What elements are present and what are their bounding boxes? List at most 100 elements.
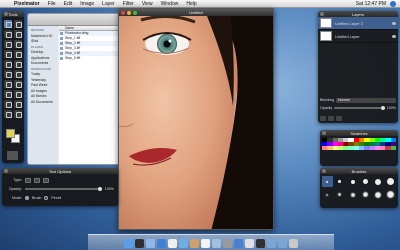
layer-name: Untitled Layer 2 <box>335 20 364 26</box>
mode-brush-radio[interactable] <box>25 196 29 200</box>
brushes-panel-titlebar[interactable]: Brushes <box>320 168 398 174</box>
slider-knob[interactable] <box>380 106 385 110</box>
pixelmator-icon[interactable] <box>234 239 243 248</box>
opacity-value: 100% <box>104 187 114 191</box>
marquee-tool-icon[interactable] <box>14 20 22 28</box>
opacity-row: Opacity: 100% <box>6 186 114 192</box>
menu-view[interactable]: View <box>138 1 157 7</box>
brush-type-icon[interactable] <box>43 177 49 183</box>
ical-icon[interactable] <box>201 239 210 248</box>
close-icon[interactable] <box>4 169 8 173</box>
text-tool-icon[interactable] <box>4 100 12 108</box>
layer-options-button[interactable] <box>336 116 342 121</box>
textedit-icon[interactable] <box>245 239 254 248</box>
tools-panel-titlebar[interactable]: Tools <box>2 11 24 17</box>
mode-pencil-radio[interactable] <box>44 196 49 200</box>
trash-icon[interactable] <box>7 151 18 160</box>
remove-layer-button[interactable] <box>328 116 334 121</box>
menu-help[interactable]: Help <box>182 1 200 7</box>
brush-type-icon[interactable] <box>25 177 31 183</box>
eraser-tool-icon[interactable] <box>4 60 12 68</box>
brush-preset[interactable] <box>335 176 346 187</box>
tool-opacity-slider[interactable] <box>25 187 102 191</box>
applications-folder-icon[interactable] <box>267 239 276 248</box>
brush-preset[interactable] <box>360 189 371 200</box>
menu-window[interactable]: Window <box>157 1 183 7</box>
menu-filter[interactable]: Filter <box>119 1 138 7</box>
paint-bucket-tool-icon[interactable] <box>14 60 22 68</box>
swatches-panel-titlebar[interactable]: Swatches <box>320 130 398 136</box>
trash-icon[interactable] <box>289 239 298 248</box>
itunes-icon[interactable] <box>179 239 188 248</box>
eyedropper-tool-icon[interactable] <box>14 40 22 48</box>
ichat-icon[interactable] <box>168 239 177 248</box>
clone-tool-icon[interactable] <box>14 70 22 78</box>
brush-tip-icon <box>338 193 342 196</box>
brush-preset[interactable] <box>322 189 333 200</box>
brush-type-icon[interactable] <box>34 177 40 183</box>
red-eye-tool-icon[interactable] <box>14 110 22 118</box>
mail-icon[interactable] <box>146 239 155 248</box>
close-icon[interactable] <box>322 169 326 173</box>
crop-tool-icon[interactable] <box>4 40 12 48</box>
brush-preset[interactable] <box>322 176 333 187</box>
preview-icon[interactable] <box>212 239 221 248</box>
sharpen-tool-icon[interactable] <box>14 80 22 88</box>
dashboard-icon[interactable] <box>135 239 144 248</box>
pencil-tool-icon[interactable] <box>14 50 22 58</box>
tool-options-titlebar[interactable]: Tool Options <box>2 168 118 174</box>
close-icon[interactable] <box>320 12 324 16</box>
menu-file[interactable]: File <box>44 1 60 7</box>
magic-wand-tool-icon[interactable] <box>14 30 22 38</box>
menu-edit[interactable]: Edit <box>60 1 77 7</box>
gradient-tool-icon[interactable] <box>4 70 12 78</box>
layer-row[interactable]: Untitled Layer 2 <box>318 17 398 30</box>
brush-preset[interactable] <box>373 176 384 187</box>
add-layer-button[interactable] <box>320 116 326 121</box>
hand-tool-icon[interactable] <box>14 100 22 108</box>
iphoto-icon[interactable] <box>190 239 199 248</box>
clock[interactable]: Sat 12:47 PM <box>356 1 386 7</box>
terminal-icon[interactable] <box>256 239 265 248</box>
image-window-titlebar[interactable]: Untitled <box>119 9 273 16</box>
close-icon[interactable] <box>4 12 8 16</box>
foreground-color-swatch[interactable] <box>6 129 15 138</box>
burn-tool-icon[interactable] <box>14 90 22 98</box>
brush-preset[interactable] <box>347 176 358 187</box>
opacity-label: Opacity <box>320 106 333 110</box>
eye-icon[interactable] <box>392 21 396 25</box>
brush-tip-icon <box>326 180 329 183</box>
zoom-tool-icon[interactable] <box>4 110 12 118</box>
safari-icon[interactable] <box>157 239 166 248</box>
menu-app-name[interactable]: Pixelmator <box>10 1 44 7</box>
image-canvas[interactable] <box>119 16 273 229</box>
system-preferences-icon[interactable] <box>223 239 232 248</box>
brush-tool-icon[interactable] <box>4 50 12 58</box>
mode-label: Mode: <box>12 196 22 200</box>
blur-tool-icon[interactable] <box>4 80 12 88</box>
brush-preset[interactable] <box>385 189 396 200</box>
slider-knob[interactable] <box>97 187 102 191</box>
menu-image[interactable]: Image <box>76 1 98 7</box>
dodge-tool-icon[interactable] <box>4 90 12 98</box>
color-swatch[interactable] <box>390 146 396 150</box>
tool-options-title: Tool Options <box>48 168 72 174</box>
layer-opacity-slider[interactable] <box>334 106 385 110</box>
menu-layer[interactable]: Layer <box>98 1 119 7</box>
brush-preset[interactable] <box>347 189 358 200</box>
finder-icon[interactable] <box>124 239 133 248</box>
spotlight-icon[interactable] <box>390 0 396 7</box>
documents-folder-icon[interactable] <box>278 239 287 248</box>
blending-select[interactable]: Normal <box>336 97 396 103</box>
layer-row[interactable]: Untitled Layer <box>318 30 398 43</box>
layers-panel-titlebar[interactable]: Layers <box>318 11 398 17</box>
lasso-tool-icon[interactable] <box>4 30 12 38</box>
eye-icon[interactable] <box>392 34 396 38</box>
brush-preset[interactable] <box>360 176 371 187</box>
brush-preset[interactable] <box>335 189 346 200</box>
sidebar-item[interactable]: All Documents <box>29 100 57 106</box>
move-tool-icon[interactable] <box>4 20 12 28</box>
brush-preset[interactable] <box>373 189 384 200</box>
brush-preset[interactable] <box>385 176 396 187</box>
close-icon[interactable] <box>322 131 326 135</box>
